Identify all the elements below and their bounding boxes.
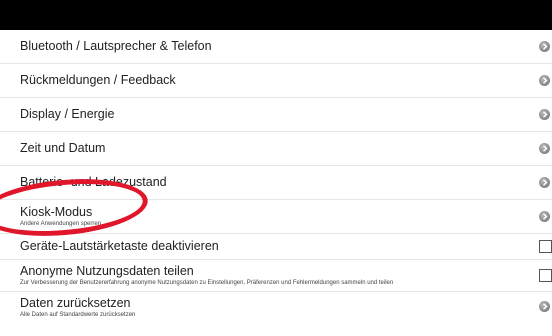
settings-item-feedback[interactable]: Rückmeldungen / Feedback: [0, 64, 552, 98]
chevron-right-icon: [539, 210, 550, 222]
top-bar: [0, 0, 552, 30]
settings-item-label: Anonyme Nutzungsdaten teilen: [20, 264, 194, 278]
settings-item-reset-data[interactable]: Daten zurücksetzen Alle Daten auf Standa…: [0, 292, 552, 322]
chevron-right-icon: [539, 176, 550, 188]
settings-item-sublabel: Zur Verbesserung der Benutzererfahrung a…: [20, 280, 394, 286]
settings-item-anonymous-data[interactable]: Anonyme Nutzungsdaten teilen Zur Verbess…: [0, 260, 552, 292]
settings-item-kiosk-mode[interactable]: Kiosk-Modus Andere Anwendungen sperren: [0, 200, 552, 234]
chevron-right-icon: [539, 74, 550, 86]
chevron-right-icon: [539, 108, 550, 120]
chevron-right-icon: [539, 40, 550, 52]
settings-list: Bluetooth / Lautsprecher & Telefon Rückm…: [0, 30, 552, 322]
anonymous-data-checkbox[interactable]: [539, 268, 552, 282]
settings-item-sublabel: Andere Anwendungen sperren: [20, 221, 102, 227]
settings-item-label: Kiosk-Modus: [20, 205, 93, 219]
settings-item-label: Zeit und Datum: [20, 141, 106, 155]
settings-item-time-date[interactable]: Zeit und Datum: [0, 132, 552, 166]
volume-key-checkbox[interactable]: [539, 239, 552, 253]
settings-item-bluetooth[interactable]: Bluetooth / Lautsprecher & Telefon: [0, 30, 552, 64]
settings-item-label: Rückmeldungen / Feedback: [20, 73, 176, 87]
settings-item-label: Daten zurücksetzen: [20, 295, 131, 310]
settings-item-sublabel: Alle Daten auf Standardwerte zurücksetze…: [20, 311, 136, 318]
settings-item-label: Bluetooth / Lautsprecher & Telefon: [20, 39, 212, 53]
settings-item-label: Geräte-Lautstärketaste deaktivieren: [20, 239, 219, 253]
chevron-right-icon: [539, 142, 550, 154]
settings-item-label: Batterie- und Ladezustand: [20, 175, 167, 189]
settings-item-volume-key[interactable]: Geräte-Lautstärketaste deaktivieren: [0, 234, 552, 260]
settings-item-label: Display / Energie: [20, 107, 115, 121]
settings-item-display[interactable]: Display / Energie: [0, 98, 552, 132]
settings-item-battery[interactable]: Batterie- und Ladezustand: [0, 166, 552, 200]
chevron-right-icon: [539, 301, 550, 312]
